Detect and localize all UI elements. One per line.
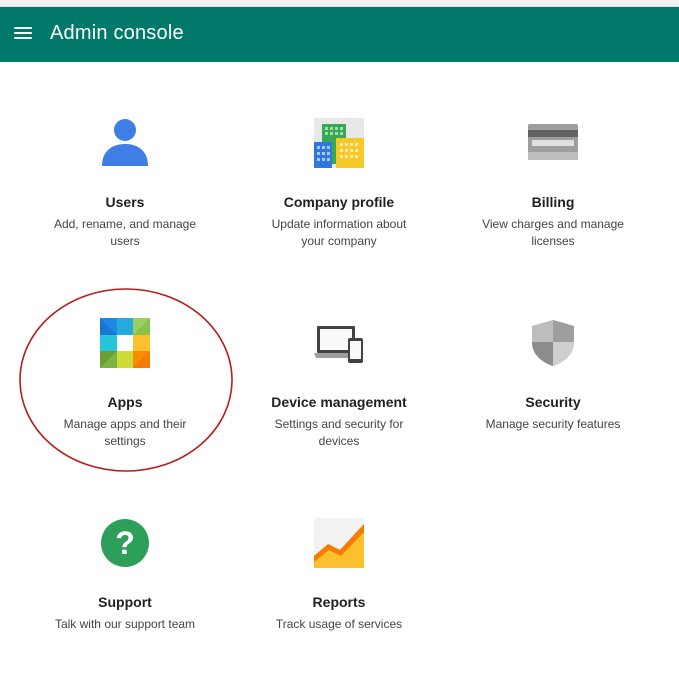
svg-text:?: ? — [115, 525, 135, 561]
tile-title: Company profile — [283, 194, 395, 210]
page-title: Admin console — [50, 22, 184, 44]
tile-title: Reports — [312, 594, 366, 610]
tile-billing[interactable]: Billing View charges and manage licenses — [453, 118, 653, 250]
users-icon — [100, 118, 150, 168]
tile-description: Track usage of services — [275, 617, 403, 631]
tile-title: Apps — [107, 394, 143, 410]
tile-title: Support — [98, 594, 152, 610]
top-strip — [0, 0, 679, 7]
tile-apps[interactable]: Apps Manage apps and their settings — [25, 318, 225, 450]
tile-title: Billing — [531, 194, 575, 210]
apps-icon — [100, 318, 150, 368]
tile-device-management[interactable]: Device management Settings and security … — [239, 318, 439, 450]
tile-title: Device management — [271, 394, 407, 410]
company-profile-icon — [314, 118, 364, 168]
tile-users[interactable]: Users Add, rename, and manage users — [25, 118, 225, 250]
tile-reports[interactable]: Reports Track usage of services — [239, 518, 439, 633]
tile-company-profile[interactable]: Company profile Update information about… — [239, 118, 439, 250]
tile-security[interactable]: Security Manage security features — [453, 318, 653, 433]
device-management-icon — [314, 318, 364, 368]
tile-title: Users — [105, 194, 145, 210]
tile-description: Settings and security for devices — [274, 417, 404, 448]
billing-icon — [528, 118, 578, 168]
tile-description: Talk with our support team — [54, 617, 196, 631]
reports-icon — [314, 518, 364, 568]
tile-description: Update information about your company — [271, 217, 407, 248]
security-icon — [528, 318, 578, 368]
app-bar: Admin console — [0, 7, 679, 62]
tile-support[interactable]: ? Support Talk with our support team — [25, 518, 225, 633]
hamburger-menu-icon[interactable] — [12, 24, 34, 44]
tile-description: Manage security features — [485, 417, 621, 431]
tile-description: Manage apps and their settings — [63, 417, 187, 448]
tile-description: Add, rename, and manage users — [53, 217, 197, 248]
support-icon: ? — [100, 518, 150, 568]
tile-title: Security — [525, 394, 581, 410]
tile-description: View charges and manage licenses — [482, 217, 624, 248]
